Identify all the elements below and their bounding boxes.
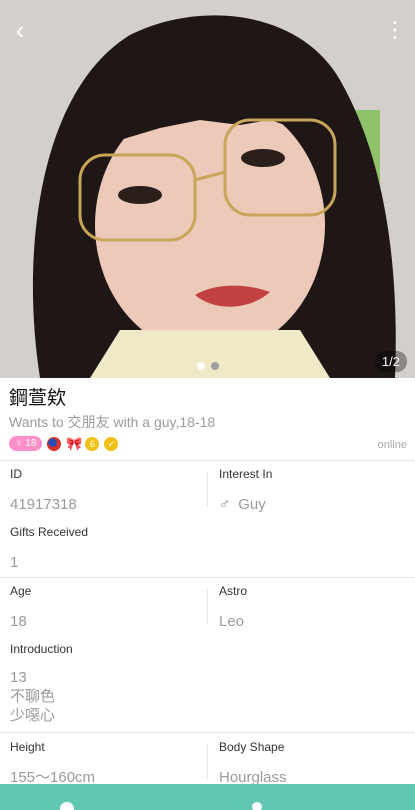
divider (0, 460, 415, 461)
divider (207, 589, 208, 623)
age-label: Age (10, 584, 32, 598)
profile-photo-image (0, 0, 415, 378)
divider (0, 732, 415, 733)
body-shape-label: Body Shape (219, 740, 285, 754)
interest-value: ♂ Guy (219, 495, 272, 514)
divider (0, 577, 415, 578)
gifts-field: Gifts Received 1 (10, 525, 88, 572)
introduction-label: Introduction (10, 642, 73, 656)
more-options-button[interactable]: ⋮ (381, 14, 409, 46)
badge-row: ♀ 18 🎀 6 ✓ (9, 435, 119, 451)
id-field: ID 41917318 (10, 467, 77, 514)
profile-photo[interactable]: ‹ ⋮ 1/2 (0, 0, 415, 378)
gifts-label: Gifts Received (10, 525, 89, 539)
bow-icon: 🎀 (66, 435, 83, 451)
profile-name: 鋼萱欸 (9, 388, 67, 409)
introduction-line: 不聊色 (10, 688, 56, 705)
chevron-left-icon: ‹ (15, 15, 25, 45)
pager-dot[interactable] (210, 362, 219, 370)
level-icon: 6 (85, 436, 100, 451)
photo-pager (0, 362, 415, 370)
age-badge: ♀ 18 (9, 436, 43, 451)
divider (207, 745, 208, 779)
bottom-action-bar[interactable] (0, 784, 415, 810)
introduction-line: 13 (10, 669, 27, 686)
age-field: Age 18 (10, 584, 31, 631)
chat-icon[interactable] (60, 802, 74, 810)
body-shape-field: Body Shape Hourglass (219, 740, 287, 787)
interest-value-text: Guy (238, 496, 266, 513)
interest-field: Interest In ♂ Guy (219, 467, 272, 514)
introduction-line: 少噁心 (10, 707, 56, 724)
astro-label: Astro (219, 584, 248, 598)
divider (207, 472, 208, 506)
more-vertical-icon: ⋮ (384, 17, 406, 42)
gifts-value: 1 (10, 554, 19, 571)
introduction-value: 13 不聊色 少噁心 (10, 668, 73, 725)
id-value: 41917318 (10, 496, 77, 513)
age-value: 18 (10, 613, 27, 630)
online-status: online (377, 439, 407, 451)
photo-counter: 1/2 (374, 351, 407, 372)
profile-wants: Wants to 交朋友 with a guy,18-18 (9, 414, 216, 430)
interest-label: Interest In (219, 467, 273, 481)
back-button[interactable]: ‹ (6, 14, 34, 46)
height-label: Height (10, 740, 45, 754)
flag-icon (47, 436, 62, 451)
astro-value: Leo (219, 613, 245, 630)
male-icon: ♂ (219, 496, 231, 513)
height-field: Height 155～160cm (10, 740, 95, 787)
like-icon[interactable] (252, 802, 262, 810)
astro-field: Astro Leo (219, 584, 247, 631)
pager-dot[interactable] (196, 362, 205, 370)
introduction-field: Introduction 13 不聊色 少噁心 (10, 642, 73, 725)
id-label: ID (10, 467, 22, 481)
verified-icon: ✓ (104, 436, 119, 451)
